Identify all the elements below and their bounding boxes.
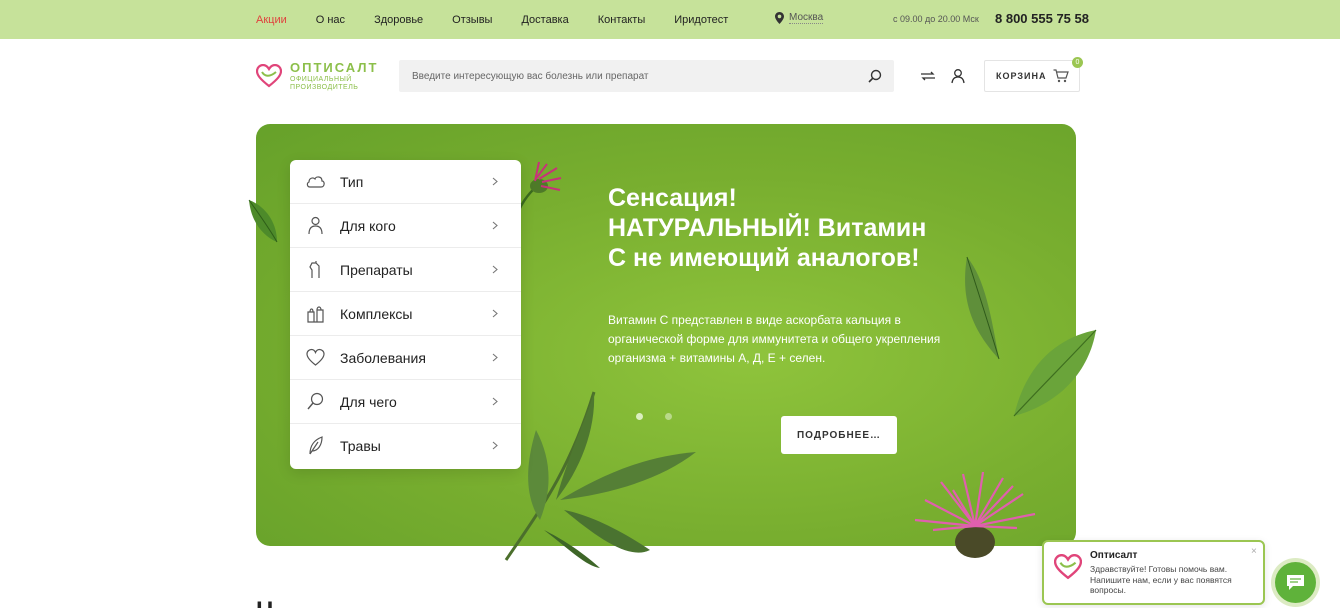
nav-link-delivery[interactable]: Доставка — [521, 14, 568, 26]
menu-item-herbs[interactable]: Травы — [290, 424, 521, 468]
menu-item-label: Травы — [340, 438, 381, 454]
slider-dots — [636, 413, 694, 420]
heart-icon — [306, 348, 325, 366]
cart-button[interactable]: КОРЗИНА 0 — [984, 57, 1083, 92]
cart-label: КОРЗИНА — [996, 71, 1047, 81]
working-hours: с 09.00 до 20.00 Мск — [893, 14, 979, 24]
menu-item-label: Для кого — [340, 218, 396, 234]
chat-bubble-icon — [1287, 575, 1304, 590]
leaf-far-right-decoration-icon — [1013, 329, 1097, 417]
nav-link-about[interactable]: О нас — [316, 14, 345, 26]
nav-link-iridotest[interactable]: Иридотест — [674, 14, 728, 26]
location-pin-icon — [775, 12, 784, 24]
hero-title: Сенсация! НАТУРАЛЬНЫЙ! Витамин С не имею… — [608, 184, 927, 272]
user-icon[interactable] — [950, 68, 966, 84]
nav-link-promotions[interactable]: Акции — [256, 14, 287, 26]
site-logo[interactable]: ОПТИСАЛТ ОФИЦИАЛЬНЫЙ ПРОИЗВОДИТЕЛЬ — [256, 60, 386, 96]
magnifier-icon — [307, 392, 324, 410]
menu-item-purpose[interactable]: Для чего — [290, 380, 521, 424]
menu-item-label: Тип — [340, 174, 364, 190]
cart-count-badge: 0 — [1072, 57, 1083, 68]
menu-item-diseases[interactable]: Заболевания — [290, 336, 521, 380]
menu-item-for-whom[interactable]: Для кого — [290, 204, 521, 248]
nav-link-reviews[interactable]: Отзывы — [452, 14, 492, 26]
cloud-icon — [306, 176, 325, 188]
compare-icon[interactable] — [920, 68, 936, 84]
search-input[interactable] — [399, 60, 859, 92]
menu-item-label: Комплексы — [340, 306, 413, 322]
logo-brand: ОПТИСАЛТ — [290, 60, 379, 75]
section-heading: Н — [256, 597, 273, 608]
menu-item-complexes[interactable]: Комплексы — [290, 292, 521, 336]
bag-icon — [307, 306, 324, 323]
hero-description: Витамин С представлен в виде аскорбата к… — [608, 313, 941, 365]
chat-message: Здравствуйте! Готовы помочь вам. Напишит… — [1090, 564, 1232, 595]
menu-item-label: Препараты — [340, 262, 413, 278]
chevron-right-icon — [492, 265, 498, 274]
logo-heart-icon — [256, 64, 282, 88]
menu-item-preparations[interactable]: Препараты — [290, 248, 521, 292]
chat-avatar-heart-icon — [1054, 554, 1082, 580]
top-nav: Акции О нас Здоровье Отзывы Доставка Кон… — [256, 0, 757, 39]
logo-subtitle-line-2: ПРОИЗВОДИТЕЛЬ — [290, 84, 359, 91]
chevron-right-icon — [492, 397, 498, 406]
city-selector[interactable]: Москва — [775, 12, 824, 24]
menu-item-label: Заболевания — [340, 350, 426, 366]
leaf-decoration-icon — [248, 199, 278, 243]
search-bar — [399, 60, 894, 92]
chat-close-icon[interactable]: × — [1251, 546, 1257, 557]
menu-item-type[interactable]: Тип — [290, 160, 521, 204]
more-details-button[interactable]: ПОДРОБНЕЕ… — [781, 416, 897, 454]
city-name: Москва — [789, 12, 824, 24]
search-icon[interactable] — [868, 69, 882, 83]
chevron-right-icon — [492, 221, 498, 230]
chat-open-button[interactable] — [1275, 562, 1316, 603]
nav-link-contacts[interactable]: Контакты — [598, 14, 646, 26]
thistle-flower-decoration-icon — [914, 471, 1036, 558]
cart-icon — [1053, 69, 1069, 83]
category-menu: Тип Для кого Препараты Комплексы Заболев… — [290, 160, 521, 469]
chevron-right-icon — [492, 309, 498, 318]
chevron-right-icon — [492, 353, 498, 362]
chevron-right-icon — [492, 441, 498, 450]
phone-number[interactable]: 8 800 555 75 58 — [995, 11, 1089, 26]
person-icon — [308, 216, 323, 235]
slider-dot-2[interactable] — [665, 413, 672, 420]
chevron-right-icon — [492, 177, 498, 186]
slider-dot-1[interactable] — [636, 413, 643, 420]
chat-popup[interactable]: Оптисалт Здравствуйте! Готовы помочь вам… — [1042, 540, 1265, 605]
menu-item-label: Для чего — [340, 394, 397, 410]
hand-icon — [309, 261, 320, 278]
logo-subtitle: ОФИЦИАЛЬНЫЙ ПРОИЗВОДИТЕЛЬ — [290, 76, 358, 92]
leaf-icon — [309, 436, 323, 455]
leaf-right-decoration-icon — [965, 256, 1000, 360]
logo-subtitle-line-1: ОФИЦИАЛЬНЫЙ — [290, 76, 352, 83]
chat-sender-name: Оптисалт — [1090, 550, 1138, 561]
nav-link-health[interactable]: Здоровье — [374, 14, 423, 26]
